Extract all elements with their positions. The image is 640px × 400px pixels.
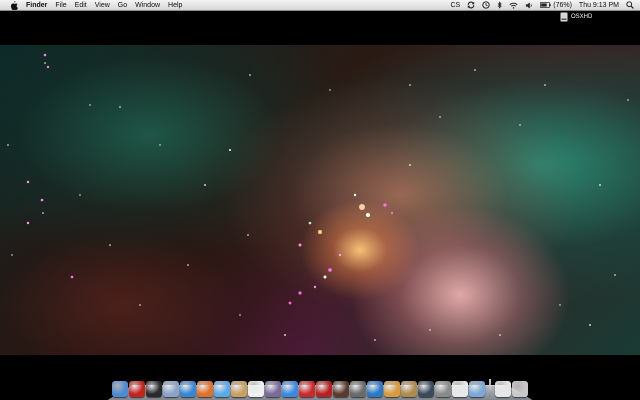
firefox-icon[interactable] (197, 381, 213, 397)
wifi-icon[interactable] (509, 2, 518, 9)
nebula-core-stars (288, 193, 394, 305)
imovie-star-icon[interactable] (350, 381, 366, 397)
bluetooth-icon[interactable] (497, 1, 502, 9)
menu-edit[interactable]: Edit (75, 0, 87, 11)
apple-icon[interactable] (10, 0, 18, 10)
dock (112, 375, 532, 397)
wallpaper-stars (7, 53, 629, 341)
address-book-icon[interactable] (231, 381, 247, 397)
front-row-icon[interactable] (299, 381, 315, 397)
desktop-wallpaper (0, 45, 640, 355)
time-machine-icon[interactable] (418, 381, 434, 397)
photo-booth-icon[interactable] (316, 381, 332, 397)
menu-view[interactable]: View (95, 0, 110, 11)
app-store-icon[interactable] (367, 381, 383, 397)
dock-separator (489, 379, 491, 397)
cs-status-label[interactable]: CS (451, 0, 461, 11)
movie-icon[interactable] (333, 381, 349, 397)
battery-icon (540, 2, 551, 8)
itunes-icon[interactable] (282, 381, 298, 397)
time-machine-menu-icon[interactable] (482, 1, 490, 9)
volume-icon[interactable] (525, 1, 533, 9)
ical-icon[interactable] (248, 381, 264, 397)
hard-drive-icon (560, 12, 568, 22)
sync-icon[interactable] (467, 1, 475, 9)
system-preferences-icon[interactable] (435, 381, 451, 397)
mail-icon[interactable] (163, 381, 179, 397)
drive-label: OSXHD (571, 14, 593, 20)
trash-icon[interactable] (512, 381, 528, 397)
scattered-stars (7, 53, 629, 341)
documents-folder-icon[interactable] (495, 381, 511, 397)
menu-clock[interactable]: Thu 9:13 PM (579, 0, 619, 11)
photo-icon[interactable] (265, 381, 281, 397)
menu-bar: Finder File Edit View Go Window Help CS (0, 0, 640, 11)
garageband-icon[interactable] (384, 381, 400, 397)
applications-folder-icon[interactable] (469, 381, 485, 397)
menu-help[interactable]: Help (168, 0, 182, 11)
menu-file[interactable]: File (55, 0, 66, 11)
textedit-icon[interactable] (452, 381, 468, 397)
desktop: Finder File Edit View Go Window Help CS (0, 0, 640, 400)
preview-icon[interactable] (401, 381, 417, 397)
finder-icon[interactable] (112, 381, 128, 397)
dashboard-icon[interactable] (146, 381, 162, 397)
red-app-icon[interactable] (129, 381, 145, 397)
spotlight-search-icon[interactable] (626, 1, 634, 9)
menu-window[interactable]: Window (135, 0, 160, 11)
menu-app-name[interactable]: Finder (26, 0, 47, 11)
menu-go[interactable]: Go (118, 0, 127, 11)
ichat-icon[interactable] (214, 381, 230, 397)
desktop-drive-item[interactable]: OSXHD (560, 12, 592, 22)
battery-percent: (76%) (553, 1, 572, 9)
safari-icon[interactable] (180, 381, 196, 397)
battery-status[interactable]: (76%) (540, 0, 572, 11)
